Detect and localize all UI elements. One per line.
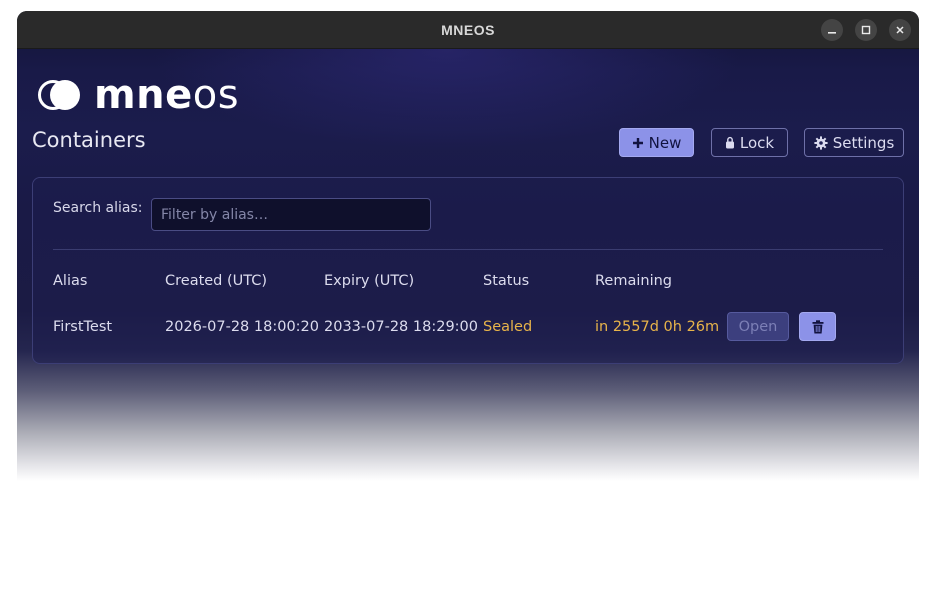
app-logo: mneos [38,72,240,118]
column-header-expiry: Expiry (UTC) [324,273,415,289]
cell-remaining: in 2557d 0h 26m [595,319,720,335]
app-window: MNEOS mneos Containers New Lock Settings… [17,11,919,481]
page-title: Containers [32,128,146,152]
settings-button[interactable]: Settings [804,128,904,157]
minimize-button[interactable] [821,19,843,41]
lock-icon [725,136,734,149]
column-header-status: Status [483,273,530,289]
containers-panel: Search alias: Alias Created (UTC) Expiry… [32,177,904,364]
window-title: MNEOS [441,21,495,38]
cell-created: 2026-07-28 18:00:20 [165,319,319,335]
lock-button-label: Lock [739,133,775,152]
new-button-label: New [648,133,682,152]
open-button[interactable]: Open [727,312,789,341]
divider [53,249,883,250]
search-input[interactable] [151,198,431,231]
column-header-created: Created (UTC) [165,273,268,289]
cell-expiry: 2033-07-28 18:29:00 [324,319,478,335]
close-icon [896,26,904,34]
title-bar: MNEOS [17,11,919,49]
column-header-alias: Alias [53,273,88,289]
logo-text: mneos [94,72,240,118]
cell-alias: FirstTest [53,319,113,335]
search-label: Search alias: [53,200,143,216]
maximize-button[interactable] [855,19,877,41]
minimize-icon [828,32,836,34]
logo-mark-icon [38,78,82,112]
column-header-remaining: Remaining [595,273,672,289]
delete-button[interactable] [799,312,836,341]
open-button-label: Open [738,318,778,335]
trash-icon [812,319,823,333]
close-button[interactable] [889,19,911,41]
settings-button-label: Settings [832,133,895,152]
plus-icon [632,137,643,148]
maximize-icon [861,25,871,35]
new-button[interactable]: New [619,128,694,157]
lock-button[interactable]: Lock [711,128,788,157]
gear-icon [814,135,828,150]
status-badge: Sealed [483,319,533,335]
